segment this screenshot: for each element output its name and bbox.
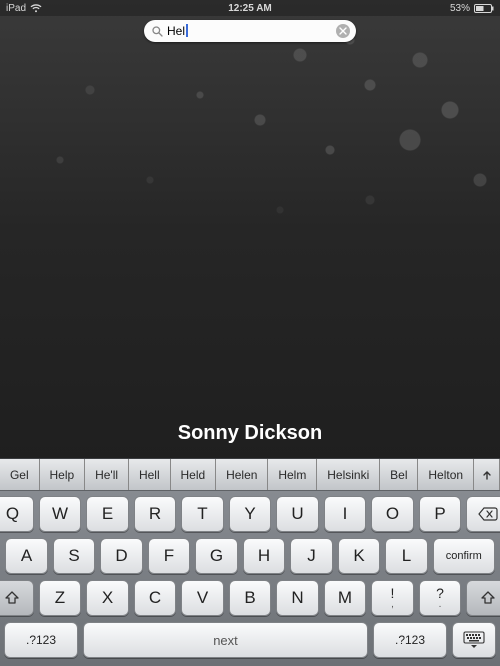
confirm-key[interactable]: confirm: [433, 538, 495, 574]
key-row-1: Q W E R T Y U I O P: [4, 496, 496, 532]
mode-key-right[interactable]: .?123: [373, 622, 447, 658]
shift-key-right[interactable]: [466, 580, 500, 616]
suggestion[interactable]: Held: [171, 459, 217, 490]
status-bar: iPad 12:25 AM 53%: [0, 0, 500, 16]
keyboard: Gel Help He'll Hell Held Helen Helm Hels…: [0, 458, 500, 666]
key-j[interactable]: J: [290, 538, 333, 574]
key-z[interactable]: Z: [39, 580, 82, 616]
key-p[interactable]: P: [419, 496, 462, 532]
key-s[interactable]: S: [53, 538, 96, 574]
key-row-3: Z X C V B N M !, ?.: [4, 580, 496, 616]
shift-key-left[interactable]: [0, 580, 34, 616]
key-i[interactable]: I: [324, 496, 367, 532]
key-m[interactable]: M: [324, 580, 367, 616]
key-l[interactable]: L: [385, 538, 428, 574]
suggestion[interactable]: Help: [40, 459, 86, 490]
dismiss-keyboard-key[interactable]: [452, 622, 496, 658]
mode-key-left[interactable]: .?123: [4, 622, 78, 658]
key-x[interactable]: X: [86, 580, 129, 616]
key-k[interactable]: K: [338, 538, 381, 574]
battery-percent: 53%: [450, 3, 470, 14]
key-o[interactable]: O: [371, 496, 414, 532]
key-row-4: .?123 next .?123: [4, 622, 496, 658]
suggestion[interactable]: Gel: [0, 459, 40, 490]
wallpaper: [0, 0, 500, 462]
spotlight-search[interactable]: Hel: [144, 20, 356, 42]
key-row-2: A S D F G H J K L confirm: [4, 538, 496, 574]
key-b[interactable]: B: [229, 580, 272, 616]
suggestion[interactable]: Bel: [380, 459, 418, 490]
battery-icon: [474, 4, 494, 13]
suggestion[interactable]: He'll: [85, 459, 129, 490]
space-key[interactable]: next: [83, 622, 368, 658]
suggestion[interactable]: Helm: [268, 459, 317, 490]
key-f[interactable]: F: [148, 538, 191, 574]
key-t[interactable]: T: [181, 496, 224, 532]
key-a[interactable]: A: [5, 538, 48, 574]
key-g[interactable]: G: [195, 538, 238, 574]
clock: 12:25 AM: [0, 3, 500, 14]
suggestion[interactable]: Helsinki: [317, 459, 380, 490]
search-value: Hel: [167, 24, 185, 38]
suggestion[interactable]: Helen: [216, 459, 268, 490]
wifi-icon: [30, 4, 42, 13]
key-n[interactable]: N: [276, 580, 319, 616]
key-comma[interactable]: !,: [371, 580, 414, 616]
key-w[interactable]: W: [39, 496, 82, 532]
watermark-text: Sonny Dickson: [0, 422, 500, 445]
key-v[interactable]: V: [181, 580, 224, 616]
key-period[interactable]: ?.: [419, 580, 462, 616]
suggestions-more[interactable]: [474, 459, 500, 490]
key-r[interactable]: R: [134, 496, 177, 532]
device-label: iPad: [6, 3, 26, 14]
key-y[interactable]: Y: [229, 496, 272, 532]
key-h[interactable]: H: [243, 538, 286, 574]
suggestion[interactable]: Helton: [418, 459, 474, 490]
key-q[interactable]: Q: [0, 496, 34, 532]
suggestion[interactable]: Hell: [129, 459, 171, 490]
search-icon: [152, 26, 163, 37]
key-d[interactable]: D: [100, 538, 143, 574]
suggestion-bar: Gel Help He'll Hell Held Helen Helm Hels…: [0, 459, 500, 491]
key-e[interactable]: E: [86, 496, 129, 532]
backspace-key[interactable]: [466, 496, 500, 532]
search-input[interactable]: Hel: [163, 24, 336, 38]
key-c[interactable]: C: [134, 580, 177, 616]
clear-search-button[interactable]: [336, 24, 350, 38]
key-u[interactable]: U: [276, 496, 319, 532]
